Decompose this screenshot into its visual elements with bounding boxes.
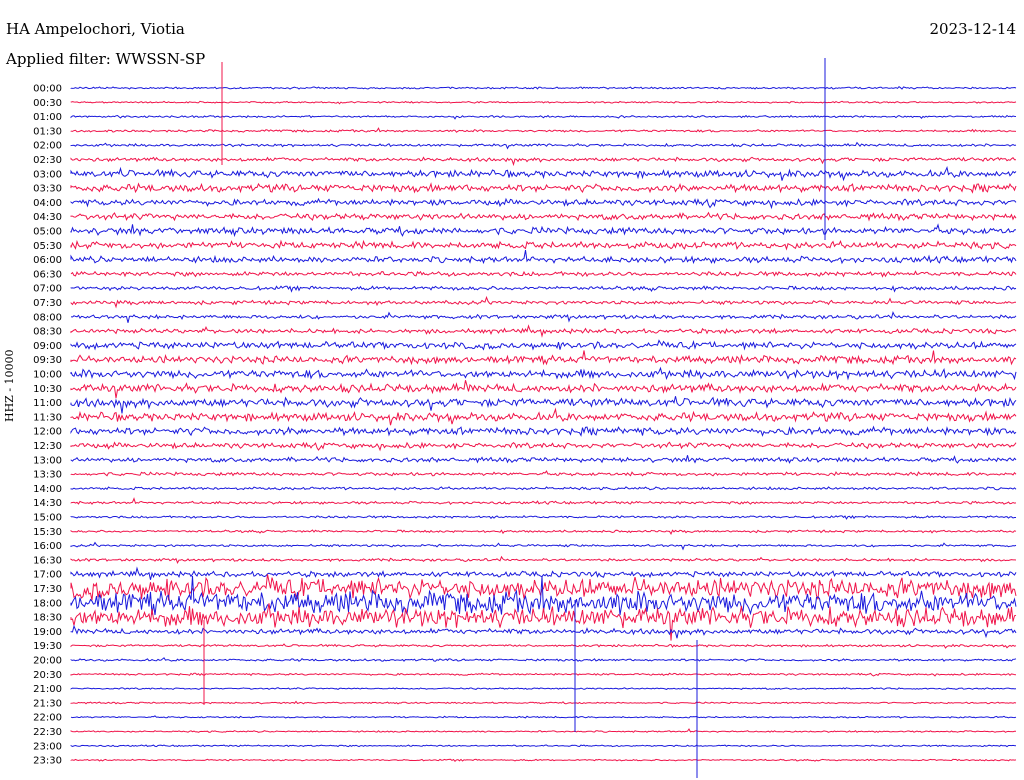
- time-tick-label: 22:30: [33, 727, 62, 738]
- time-tick-label: 19:00: [33, 627, 62, 638]
- seismic-trace: [70, 223, 1017, 238]
- seismic-trace: [70, 366, 1017, 381]
- time-tick-label: 02:30: [33, 155, 62, 166]
- seismic-trace: [70, 141, 1017, 150]
- seismic-trace: [70, 396, 1017, 414]
- seismic-trace: [70, 744, 1017, 748]
- time-tick-label: 13:30: [33, 470, 62, 481]
- seismic-trace: [70, 700, 1017, 705]
- seismic-trace: [70, 100, 1017, 105]
- time-tick-label: 03:30: [33, 184, 62, 195]
- seismic-trace: [70, 380, 1017, 399]
- time-tick-label: 07:30: [33, 298, 62, 309]
- seismic-trace: [70, 310, 1017, 323]
- seismic-trace: [70, 86, 1017, 90]
- time-tick-label: 01:00: [33, 112, 62, 123]
- time-tick-label: 21:00: [33, 684, 62, 695]
- seismic-trace: [70, 728, 1017, 733]
- seismic-trace: [70, 197, 1017, 210]
- seismic-trace: [70, 486, 1017, 491]
- seismic-trace: [70, 672, 1017, 677]
- time-tick-label: 20:30: [33, 670, 62, 681]
- seismic-trace: [70, 687, 1017, 690]
- time-tick-label: 05:00: [33, 227, 62, 238]
- time-tick-label: 18:00: [33, 598, 62, 609]
- seismic-trace: [70, 295, 1017, 309]
- seismic-trace: [70, 250, 1017, 265]
- time-tick-label: 19:30: [33, 641, 62, 652]
- time-tick-label: 12:30: [33, 441, 62, 452]
- time-tick-label: 02:00: [33, 141, 62, 152]
- time-tick-label: 18:30: [33, 613, 62, 624]
- time-tick-label: 13:00: [33, 455, 62, 466]
- time-tick-label: 22:00: [33, 713, 62, 724]
- seismic-trace: [70, 603, 1017, 641]
- time-tick-label: 11:30: [33, 412, 62, 423]
- seismic-trace: [70, 211, 1017, 222]
- seismic-trace: [70, 114, 1017, 120]
- time-tick-label: 15:30: [33, 527, 62, 538]
- time-tick-label: 06:00: [33, 255, 62, 266]
- time-tick-label: 12:00: [33, 427, 62, 438]
- seismic-trace: [70, 715, 1017, 719]
- time-tick-label: 00:00: [33, 84, 62, 95]
- seismic-trace: [70, 470, 1017, 477]
- time-tick-label: 10:00: [33, 370, 62, 381]
- seismic-trace: [70, 566, 1017, 580]
- seismic-trace: [70, 455, 1017, 464]
- time-tick-label: 10:30: [33, 384, 62, 395]
- seismic-trace: [70, 156, 1016, 167]
- seismic-trace: [70, 643, 1017, 649]
- seismic-trace: [70, 657, 1017, 662]
- time-tick-label: 04:30: [33, 212, 62, 223]
- time-tick-label: 11:00: [33, 398, 62, 409]
- time-tick-label: 09:30: [33, 355, 62, 366]
- seismic-trace: [70, 339, 1017, 351]
- time-tick-label: 07:00: [33, 284, 62, 295]
- seismic-trace: [70, 555, 1017, 564]
- time-tick-label: 15:00: [33, 513, 62, 524]
- seismic-trace: [70, 624, 1017, 639]
- time-tick-label: 16:30: [33, 555, 62, 566]
- seismic-trace: [70, 514, 1016, 520]
- time-tick-label: 00:30: [33, 98, 62, 109]
- time-tick-label: 06:30: [33, 269, 62, 280]
- time-tick-label: 23:30: [33, 756, 62, 767]
- time-tick-label: 16:00: [33, 541, 62, 552]
- time-tick-label: 08:30: [33, 327, 62, 338]
- time-tick-label: 17:30: [33, 584, 62, 595]
- seismic-trace: [70, 166, 1017, 182]
- seismic-trace: [70, 270, 1017, 278]
- seismic-trace: [70, 285, 1017, 293]
- seismic-trace: [70, 497, 1017, 505]
- seismic-trace: [70, 127, 1017, 133]
- time-tick-label: 08:00: [33, 312, 62, 323]
- time-tick-label: 01:30: [33, 126, 62, 137]
- seismic-trace: [70, 541, 1017, 551]
- time-tick-label: 20:00: [33, 656, 62, 667]
- time-tick-label: 14:30: [33, 498, 62, 509]
- time-tick-label: 17:00: [33, 570, 62, 581]
- seismogram-plot: 00:00 00:30 01:00 01:30 02:00 02:30 03:00 03:30…: [33, 58, 1017, 778]
- seismic-trace: [70, 441, 1017, 452]
- seismic-trace: [70, 324, 1017, 338]
- seismic-trace: [70, 350, 1017, 366]
- time-tick-label: 09:00: [33, 341, 62, 352]
- time-tick-label: 03:00: [33, 169, 62, 180]
- seismic-trace: [70, 758, 1017, 763]
- time-tick-label: 21:30: [33, 698, 62, 709]
- time-tick-label: 05:30: [33, 241, 62, 252]
- seismic-trace: [70, 182, 1017, 194]
- seismic-trace: [70, 425, 1017, 437]
- seismic-trace: [70, 239, 1017, 251]
- time-tick-label: 23:00: [33, 741, 62, 752]
- seismic-trace: [70, 574, 1017, 601]
- time-tick-label: 14:00: [33, 484, 62, 495]
- seismic-trace: [70, 407, 1017, 426]
- seismic-trace: [70, 529, 1017, 536]
- time-tick-label: 04:00: [33, 198, 62, 209]
